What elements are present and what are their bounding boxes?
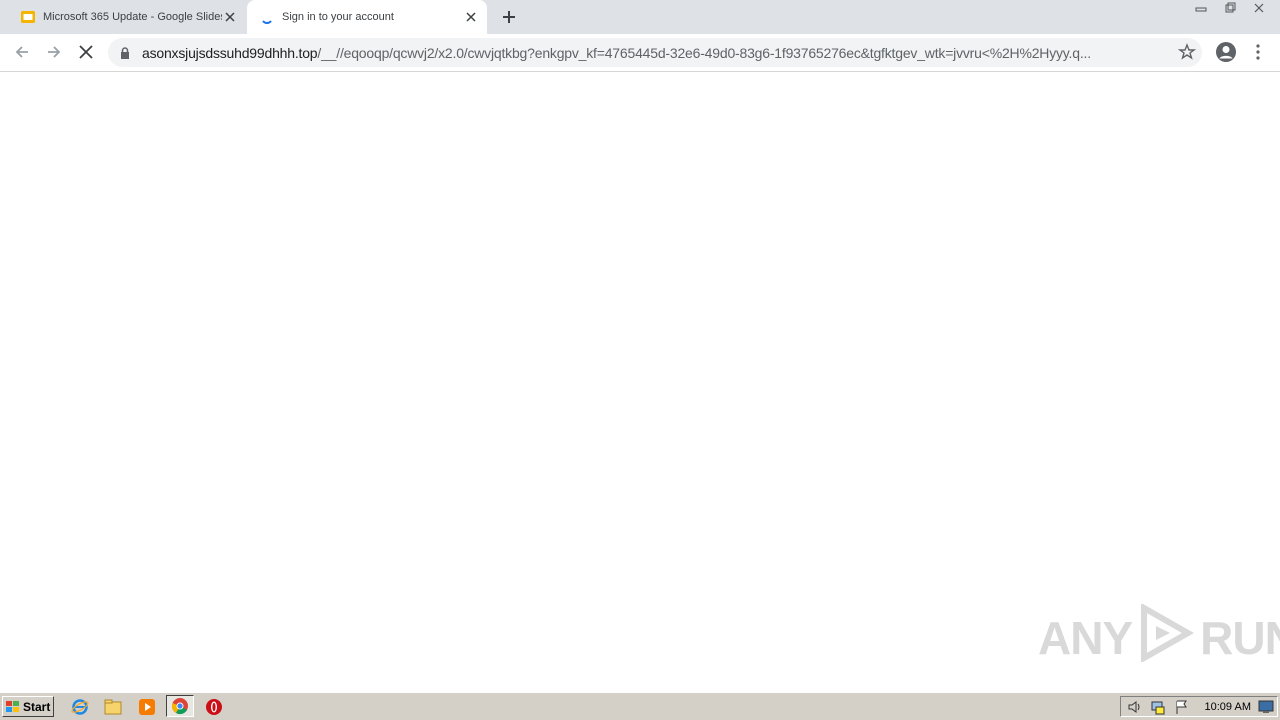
- menu-button[interactable]: [1244, 38, 1272, 66]
- watermark-text-right: RUN: [1200, 612, 1280, 664]
- tab-title: Microsoft 365 Update - Google Slides: [43, 11, 222, 23]
- restore-button[interactable]: [1217, 0, 1243, 16]
- system-tray: 10:09 AM: [1120, 696, 1278, 717]
- close-icon: [1254, 3, 1264, 13]
- clock[interactable]: 10:09 AM: [1205, 701, 1251, 713]
- taskbar: Start 10:09 AM: [0, 692, 1280, 720]
- file-explorer-icon[interactable]: [103, 697, 123, 717]
- internet-explorer-icon[interactable]: [70, 697, 90, 717]
- arrow-left-icon: [15, 46, 28, 58]
- minimize-icon: [1195, 7, 1207, 12]
- stop-icon: [79, 45, 93, 59]
- forward-button[interactable]: [40, 38, 68, 66]
- arrow-right-icon: [48, 46, 61, 58]
- close-window-button[interactable]: [1246, 0, 1272, 16]
- window-controls: [1188, 0, 1272, 18]
- start-label: Start: [23, 699, 51, 714]
- opera-icon[interactable]: [204, 697, 224, 717]
- windows-logo-icon: [6, 700, 19, 712]
- media-player-icon[interactable]: [137, 697, 157, 717]
- address-bar[interactable]: asonxsjujsdssuhd99dhhh.top/__//eqooqp/qc…: [108, 38, 1202, 67]
- plus-icon: [503, 11, 515, 23]
- back-button[interactable]: [8, 38, 36, 66]
- browser-toolbar: asonxsjujsdssuhd99dhhh.top/__//eqooqp/qc…: [0, 34, 1280, 72]
- chrome-taskbar-icon[interactable]: [166, 695, 194, 717]
- close-tab-icon[interactable]: [222, 9, 238, 25]
- loading-spinner-icon: [259, 9, 275, 25]
- more-vertical-icon: [1256, 44, 1260, 60]
- minimize-button[interactable]: [1188, 0, 1214, 16]
- tab-title: Sign in to your account: [282, 11, 394, 23]
- stop-loading-button[interactable]: [72, 38, 100, 66]
- watermark-text-left: ANY: [1038, 612, 1133, 664]
- page-content: [0, 72, 1280, 692]
- lock-icon: [120, 46, 130, 64]
- close-tab-icon[interactable]: [463, 9, 479, 25]
- show-desktop-icon[interactable]: [1258, 700, 1274, 719]
- bookmark-star-icon[interactable]: [1177, 43, 1197, 66]
- tab-sign-in[interactable]: Sign in to your account: [247, 0, 487, 34]
- volume-icon[interactable]: [1127, 699, 1143, 720]
- network-icon[interactable]: [1150, 699, 1166, 720]
- start-button[interactable]: Start: [2, 696, 54, 717]
- play-logo-icon: [1138, 602, 1195, 673]
- profile-button[interactable]: [1212, 38, 1240, 66]
- url-path: /__//eqooqp/qcwvj2/x2.0/cwvjqtkbg?enkgpv…: [317, 45, 1091, 61]
- restore-icon: [1225, 2, 1236, 13]
- url-domain: asonxsjujsdssuhd99dhhh.top: [142, 45, 318, 61]
- action-center-flag-icon[interactable]: [1174, 699, 1190, 720]
- new-tab-button[interactable]: [499, 7, 519, 27]
- anyrun-watermark: ANY RUN: [1038, 602, 1280, 673]
- tab-google-slides[interactable]: Microsoft 365 Update - Google Slides: [8, 0, 246, 34]
- account-circle-icon: [1216, 42, 1236, 62]
- tab-strip: Microsoft 365 Update - Google Slides Sig…: [0, 0, 1280, 34]
- google-slides-icon: [20, 9, 36, 25]
- url-text: asonxsjujsdssuhd99dhhh.top/__//eqooqp/qc…: [142, 45, 1162, 61]
